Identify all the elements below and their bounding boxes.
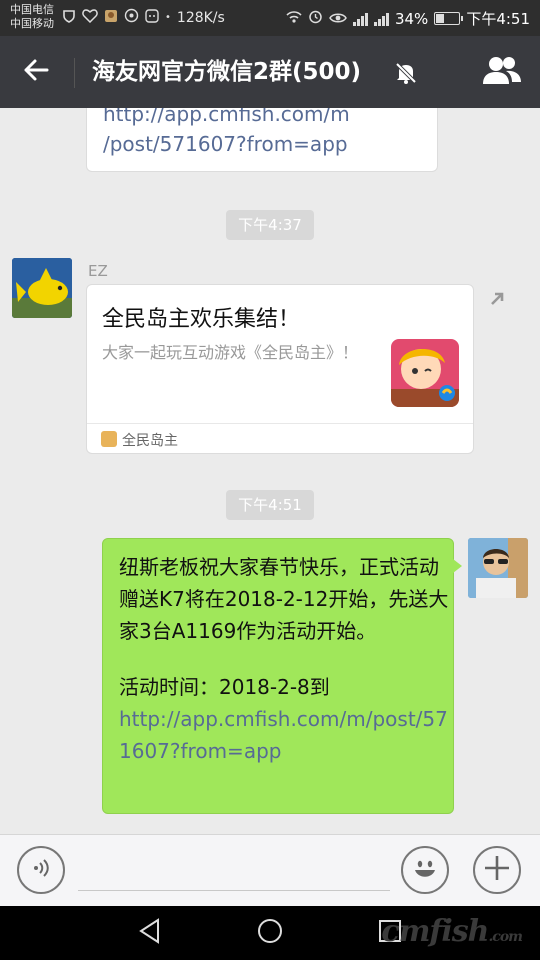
message-link[interactable]: http://app.cmfish.com/m/post/571607?from…: [119, 703, 449, 767]
card-title: 全民岛主欢乐集结！: [102, 307, 301, 332]
carrier-1: 中国电信: [10, 3, 54, 16]
arrow-left-icon: [23, 58, 49, 86]
system-nav-bar: cmfish.com: [0, 906, 540, 960]
net-speed: 128K/s: [176, 9, 225, 26]
emoji-icon: [409, 852, 441, 888]
voice-icon: [30, 857, 52, 883]
heart-icon: [82, 8, 98, 27]
status-right: 34% 下午4:51: [286, 8, 530, 29]
emoji-button[interactable]: [401, 846, 449, 894]
signal-2g-icon: [373, 12, 389, 26]
shared-app-card[interactable]: 全民岛主欢乐集结！ 大家一起玩互动游戏《全民岛主》！ 全民岛主: [86, 284, 474, 454]
share-arrow-icon[interactable]: [488, 290, 506, 312]
group-members-icon: [482, 55, 522, 89]
status-icons: • 128K/s: [62, 8, 225, 27]
sender-name: EZ: [88, 262, 108, 280]
battery-percent: 34%: [394, 9, 429, 28]
title-bar: 海友网官方微信2群(500): [0, 36, 540, 108]
game-app-icon: [101, 431, 117, 447]
input-bar: [0, 834, 540, 906]
back-triangle-icon: [138, 918, 162, 948]
eye-icon: [329, 10, 347, 28]
status-bar: 中国电信 中国移动 • 128K/s 34% 下午4:51: [0, 0, 540, 36]
card-source: 全民岛主: [122, 433, 178, 449]
message-link-line-1[interactable]: http://app.cmfish.com/m: [103, 108, 350, 129]
carrier-labels: 中国电信 中国移动: [10, 3, 54, 31]
app-notification-icon: [104, 9, 118, 27]
carrier-2: 中国移动: [10, 17, 54, 30]
page-title: 海友网官方微信2群(500): [92, 59, 362, 85]
avatar[interactable]: [12, 258, 72, 318]
message-input[interactable]: [78, 851, 390, 891]
wifi-icon: [286, 10, 302, 28]
message-list[interactable]: http://app.cmfish.com/m /post/571607?fro…: [0, 108, 540, 834]
activity-time: 活动时间：2018-2-8到: [119, 675, 330, 699]
timestamp: 下午4:51: [226, 490, 314, 520]
more-button[interactable]: [473, 846, 521, 894]
my-message-text: 纽斯老板祝大家春节快乐，正式活动赠送K7将在2018-2-12开始，先送大家3台…: [119, 551, 449, 767]
home-circle-icon: [256, 917, 284, 949]
plus-icon: [483, 854, 511, 886]
voice-button[interactable]: [17, 846, 65, 894]
message-link-line-2[interactable]: /post/571607?from=app: [103, 129, 348, 159]
card-description: 大家一起玩互动游戏《全民岛主》！: [102, 343, 359, 362]
hotspot-icon: [124, 8, 139, 27]
group-members-button[interactable]: [480, 52, 524, 92]
watermark: cmfish.com: [381, 914, 523, 949]
timestamp: 下午4:37: [226, 210, 314, 240]
my-message-bubble[interactable]: 纽斯老板祝大家春节快乐，正式活动赠送K7将在2018-2-12开始，先送大家3台…: [102, 538, 462, 814]
card-footer: 全民岛主: [87, 423, 473, 454]
cat-app-icon: [145, 8, 159, 27]
clock: 下午4:51: [466, 10, 530, 28]
bell-muted-icon: [393, 60, 419, 90]
shield-icon: [62, 9, 76, 27]
game-thumbnail-icon: [391, 339, 459, 407]
title-divider: [74, 58, 75, 88]
message-bubble-link[interactable]: http://app.cmfish.com/m /post/571607?fro…: [86, 108, 438, 172]
back-button[interactable]: [14, 50, 58, 94]
message-body: 纽斯老板祝大家春节快乐，正式活动赠送K7将在2018-2-12开始，先送大家3台…: [119, 555, 449, 643]
my-avatar[interactable]: [468, 538, 528, 598]
nav-back-button[interactable]: [130, 916, 170, 950]
battery-icon: [434, 12, 464, 25]
nav-home-button[interactable]: [250, 916, 290, 950]
alarm-icon: [308, 9, 323, 28]
signal-4g-icon: [352, 12, 368, 26]
